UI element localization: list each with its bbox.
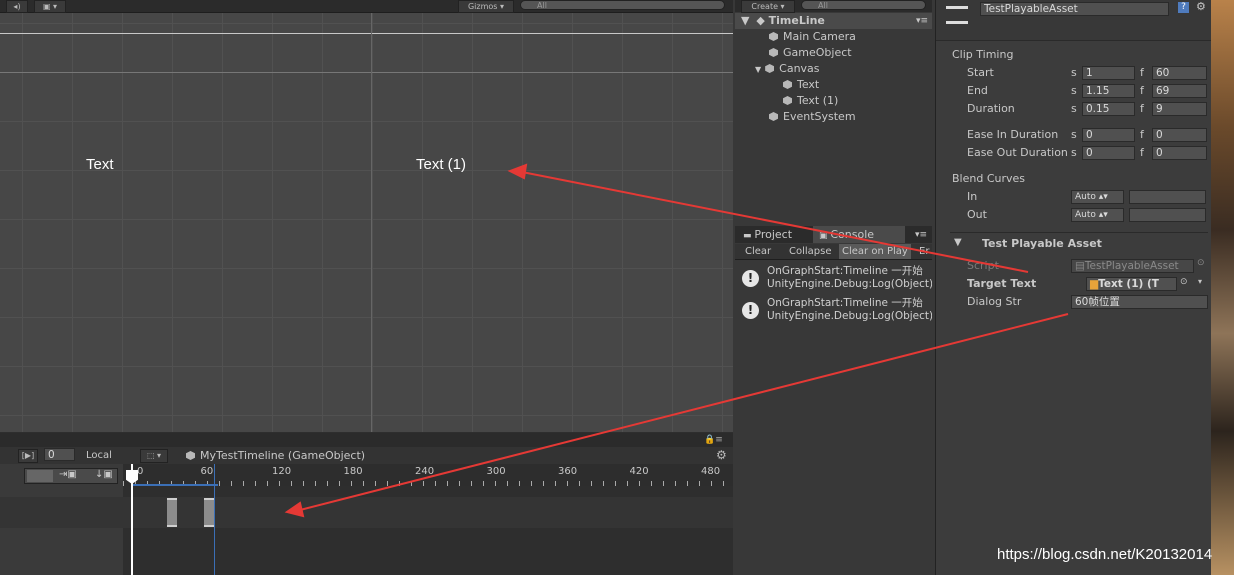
annotation-arrow-head (507, 163, 528, 180)
annotation-arrow-line (299, 313, 1069, 511)
annotation-arrows (284, 163, 1069, 518)
annotation-arrow-head (284, 501, 305, 518)
annotation-arrow-line (521, 171, 1029, 273)
